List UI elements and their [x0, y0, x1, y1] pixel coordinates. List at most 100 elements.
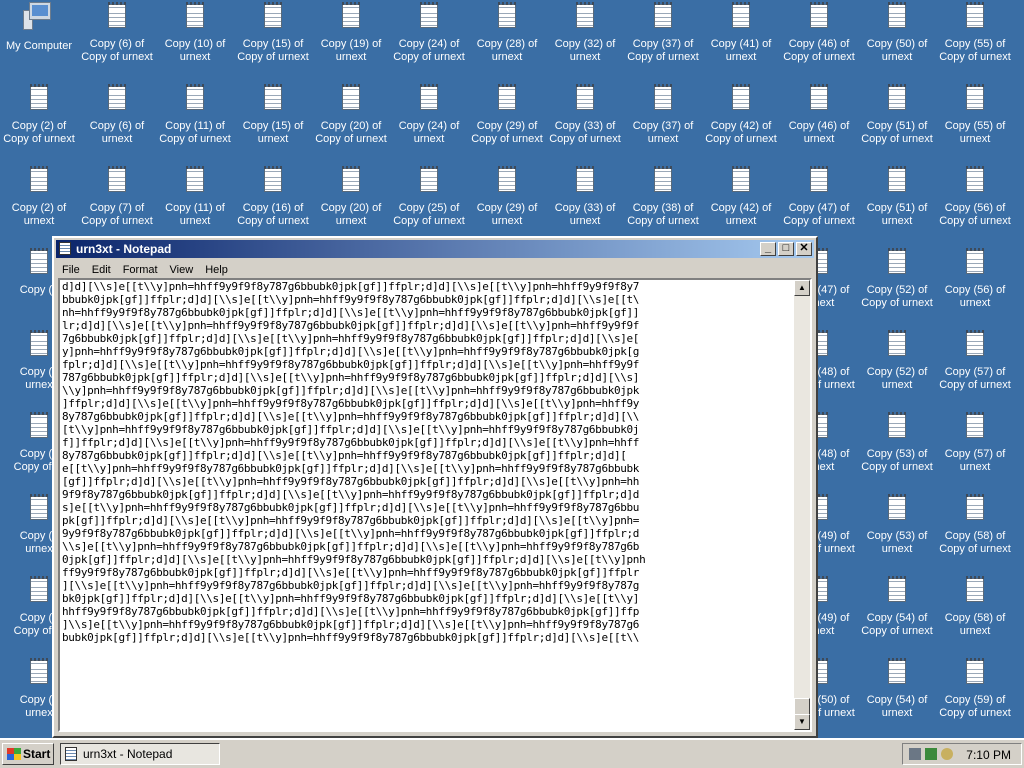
vertical-scrollbar[interactable]: ▲ ▼	[794, 280, 810, 730]
scroll-down-button[interactable]: ▼	[794, 714, 810, 730]
desktop-icon-file[interactable]: Copy (56) of urnext	[936, 246, 1014, 326]
text-file-icon	[810, 2, 828, 28]
taskbar-button-label: urn3xt - Notepad	[83, 747, 173, 761]
desktop-icon-label: Copy (37) of urnext	[632, 120, 694, 145]
network-icon[interactable]	[909, 748, 921, 760]
desktop-icon-label: Copy (6) of urnext	[89, 120, 145, 145]
volume-icon[interactable]	[941, 748, 953, 760]
menu-file[interactable]: File	[56, 262, 86, 276]
desktop-icon-file[interactable]: Copy (58) of Copy of urnext	[936, 492, 1014, 572]
desktop-icon-file[interactable]: Copy (46) of Copy of urnext	[780, 0, 858, 80]
desktop-icon-file[interactable]: Copy (19) of urnext	[312, 0, 390, 80]
desktop-icon-file[interactable]: Copy (25) of Copy of urnext	[390, 164, 468, 244]
desktop-icon-label: Copy (29) of urnext	[476, 202, 538, 227]
desktop-icon-file[interactable]: Copy (24) of urnext	[390, 82, 468, 162]
text-file-icon	[732, 84, 750, 110]
menu-view[interactable]: View	[164, 262, 200, 276]
desktop-icon-file[interactable]: Copy (50) of urnext	[858, 0, 936, 80]
desktop-icon-label: Copy (20) of Copy of urnext	[315, 120, 387, 145]
desktop-icon-label: Copy (33) of urnext	[554, 202, 616, 227]
desktop-icon-file[interactable]: Copy (33) of Copy of urnext	[546, 82, 624, 162]
desktop-icon-file[interactable]: Copy (55) of Copy of urnext	[936, 0, 1014, 80]
desktop-icon-file[interactable]: Copy (15) of urnext	[234, 82, 312, 162]
text-file-icon	[966, 2, 984, 28]
desktop-icon-file[interactable]: Copy (38) of Copy of urnext	[624, 164, 702, 244]
desktop-icon-file[interactable]: Copy (41) of urnext	[702, 0, 780, 80]
desktop-icon-my-computer[interactable]: My Computer	[0, 0, 78, 80]
desktop-icon-file[interactable]: Copy (24) of Copy of urnext	[390, 0, 468, 80]
minimize-button[interactable]: _	[760, 242, 776, 256]
title-bar[interactable]: urn3xt - Notepad _ □ ✕	[56, 240, 814, 258]
menu-help[interactable]: Help	[199, 262, 234, 276]
desktop-icon-file[interactable]: Copy (42) of urnext	[702, 164, 780, 244]
desktop-icon-file[interactable]: Copy (53) of Copy of urnext	[858, 410, 936, 490]
desktop-icon-file[interactable]: Copy (16) of Copy of urnext	[234, 164, 312, 244]
desktop-icon-label: Copy (38) of Copy of urnext	[627, 202, 699, 227]
desktop-icon-file[interactable]: Copy (51) of urnext	[858, 164, 936, 244]
close-button[interactable]: ✕	[796, 242, 812, 256]
desktop-icon-file[interactable]: Copy (2) of urnext	[0, 164, 78, 244]
desktop-icon-file[interactable]: Copy (56) of Copy of urnext	[936, 164, 1014, 244]
security-icon[interactable]	[925, 748, 937, 760]
desktop-icon-file[interactable]: Copy (2) of Copy of urnext	[0, 82, 78, 162]
system-tray: 7:10 PM	[902, 743, 1022, 765]
desktop-icon-file[interactable]: Copy (57) of urnext	[936, 410, 1014, 490]
scroll-up-button[interactable]: ▲	[794, 280, 810, 296]
desktop-icon-file[interactable]: Copy (37) of Copy of urnext	[624, 0, 702, 80]
desktop-icon-file[interactable]: Copy (28) of urnext	[468, 0, 546, 80]
start-label: Start	[23, 747, 51, 761]
desktop-icon-file[interactable]: Copy (32) of urnext	[546, 0, 624, 80]
desktop-icon-file[interactable]: Copy (55) of urnext	[936, 82, 1014, 162]
desktop-icon-file[interactable]: Copy (54) of Copy of urnext	[858, 574, 936, 654]
text-file-icon	[966, 658, 984, 684]
desktop-icon-file[interactable]: Copy (33) of urnext	[546, 164, 624, 244]
desktop-icon-file[interactable]: Copy (37) of urnext	[624, 82, 702, 162]
desktop-icon-label: Copy (42) of urnext	[710, 202, 772, 227]
desktop-icon-label: Copy (11) of urnext	[165, 202, 225, 227]
menu-edit[interactable]: Edit	[86, 262, 117, 276]
taskbar-button-notepad[interactable]: urn3xt - Notepad	[60, 743, 220, 765]
desktop-icon-file[interactable]: Copy (57) of Copy of urnext	[936, 328, 1014, 408]
desktop-icon-file[interactable]: Copy (59) of Copy of urnext	[936, 656, 1014, 736]
menu-format[interactable]: Format	[117, 262, 164, 276]
desktop-icon-file[interactable]: Copy (20) of Copy of urnext	[312, 82, 390, 162]
editor-text[interactable]: d]d][\\s]e[[t\\y]pnh=hhff9y9f9f8y787g6bb…	[62, 280, 798, 732]
desktop-icon-file[interactable]: Copy (52) of urnext	[858, 328, 936, 408]
taskbar: Start urn3xt - Notepad 7:10 PM	[0, 738, 1024, 768]
desktop-icon-file[interactable]: Copy (6) of urnext	[78, 82, 156, 162]
text-file-icon	[966, 166, 984, 192]
notepad-window[interactable]: urn3xt - Notepad _ □ ✕ File Edit Format Vie…	[52, 236, 818, 738]
desktop-icon-label: Copy (24) of urnext	[398, 120, 460, 145]
desktop-icon-label: Copy (11) of Copy of urnext	[159, 120, 231, 145]
desktop-icon-file[interactable]: Copy (51) of Copy of urnext	[858, 82, 936, 162]
desktop-icon-file[interactable]: Copy (52) of Copy of urnext	[858, 246, 936, 326]
computer-icon	[23, 2, 55, 30]
window-title: urn3xt - Notepad	[76, 242, 172, 256]
desktop-icon-file[interactable]: Copy (7) of Copy of urnext	[78, 164, 156, 244]
desktop-icon-file[interactable]: Copy (20) of urnext	[312, 164, 390, 244]
start-button[interactable]: Start	[2, 743, 54, 765]
clock[interactable]: 7:10 PM	[966, 748, 1011, 762]
desktop-icon-file[interactable]: Copy (46) of urnext	[780, 82, 858, 162]
desktop-icon-label: Copy (54) of Copy of urnext	[861, 612, 933, 637]
text-line: [t\\y]pnh=hhff9y9f9f8y787g6bbubk0jpk[gf]…	[62, 423, 640, 436]
desktop-icon-file[interactable]: Copy (42) of Copy of urnext	[702, 82, 780, 162]
text-file-icon	[30, 166, 48, 192]
desktop-icon-label: Copy (32) of urnext	[554, 38, 616, 63]
desktop-icon-file[interactable]: Copy (11) of urnext	[156, 164, 234, 244]
desktop-icon-file[interactable]: Copy (29) of Copy of urnext	[468, 82, 546, 162]
maximize-button[interactable]: □	[778, 242, 794, 256]
desktop-icon-file[interactable]: Copy (47) of Copy of urnext	[780, 164, 858, 244]
desktop-icon-label: Copy (46) of Copy of urnext	[783, 38, 855, 63]
desktop-icon-label: Copy (6) of Copy of urnext	[81, 38, 153, 63]
desktop-icon-file[interactable]: Copy (11) of Copy of urnext	[156, 82, 234, 162]
desktop-icon-file[interactable]: Copy (15) of Copy of urnext	[234, 0, 312, 80]
text-editor[interactable]: d]d][\\s]e[[t\\y]pnh=hhff9y9f9f8y787g6bb…	[58, 278, 812, 732]
desktop-icon-file[interactable]: Copy (6) of Copy of urnext	[78, 0, 156, 80]
desktop-icon-file[interactable]: Copy (29) of urnext	[468, 164, 546, 244]
desktop-icon-file[interactable]: Copy (54) of urnext	[858, 656, 936, 736]
desktop-icon-label: Copy (50) of urnext	[866, 38, 928, 63]
desktop-icon-file[interactable]: Copy (10) of urnext	[156, 0, 234, 80]
desktop-icon-file[interactable]: Copy (53) of urnext	[858, 492, 936, 572]
desktop-icon-file[interactable]: Copy (58) of urnext	[936, 574, 1014, 654]
